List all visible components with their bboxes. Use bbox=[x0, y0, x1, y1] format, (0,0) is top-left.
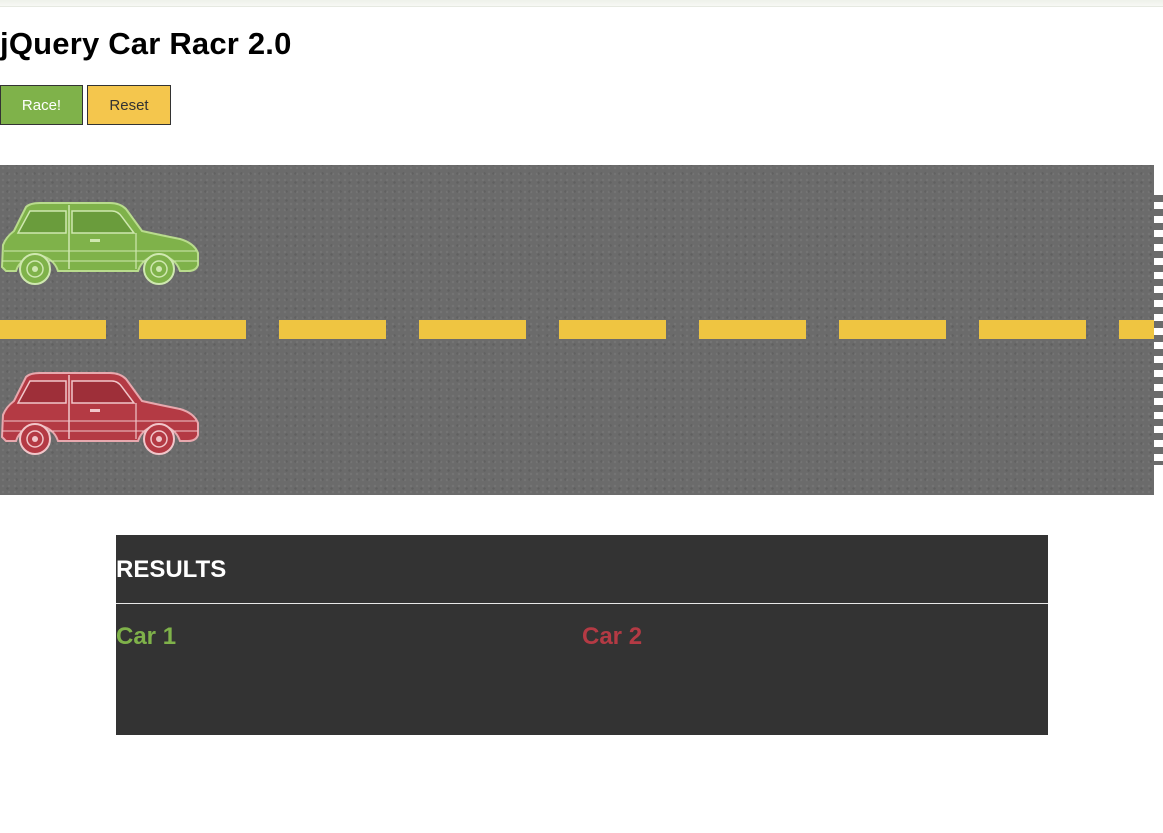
car-1 bbox=[0, 202, 199, 285]
results-panel: RESULTS Car 1 Car 2 bbox=[116, 535, 1048, 735]
results-heading: RESULTS bbox=[116, 556, 227, 583]
race-track bbox=[0, 165, 1154, 495]
finish-line bbox=[1154, 195, 1163, 465]
page-title: jQuery Car Racr 2.0 bbox=[0, 26, 292, 61]
results-divider bbox=[116, 603, 1048, 604]
result-car-2-label: Car 2 bbox=[582, 623, 643, 650]
result-car-1-label: Car 1 bbox=[116, 623, 177, 650]
browser-top-strip bbox=[0, 0, 1163, 7]
race-button[interactable]: Race! bbox=[0, 85, 83, 125]
reset-button[interactable]: Reset bbox=[87, 85, 171, 125]
car-2 bbox=[0, 372, 199, 455]
